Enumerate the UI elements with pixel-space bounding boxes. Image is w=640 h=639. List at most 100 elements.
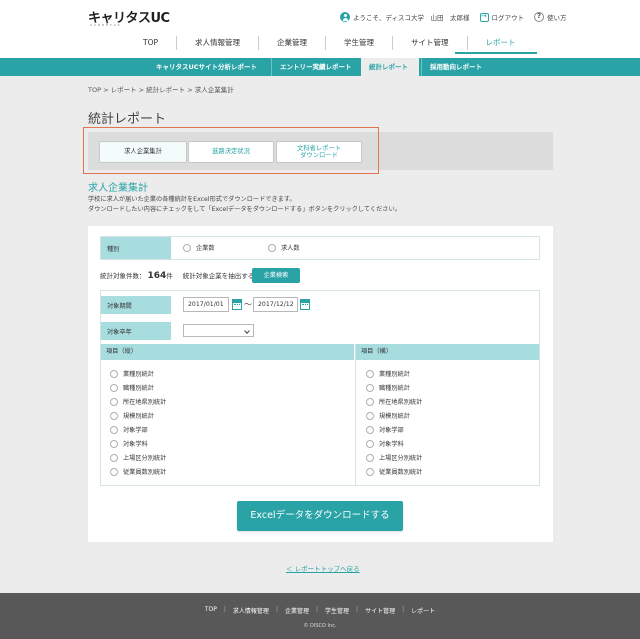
user-icon (340, 12, 350, 22)
item-label: 規模別統計 (123, 413, 154, 420)
company-search-button[interactable]: 企業検索 (252, 268, 300, 283)
footer-link-report[interactable]: レポート (404, 606, 442, 615)
item-label: 上場区分別統計 (379, 455, 423, 462)
radio-button[interactable] (366, 397, 374, 406)
help-link[interactable]: 使い方 (547, 12, 567, 22)
radio-button[interactable] (366, 383, 374, 392)
subnav-site-analysis[interactable]: キャリタスUCサイト分析レポート (148, 58, 265, 76)
date-to-input[interactable]: 2017/12/12 (253, 297, 298, 312)
excel-download-button[interactable]: Excelデータをダウンロードする (237, 501, 403, 531)
h-item-job-type[interactable]: 職種別統計 (366, 383, 410, 392)
gnav-student[interactable]: 学生管理 (325, 36, 392, 50)
item-label: 従業員数別統計 (123, 469, 167, 476)
radio-button[interactable] (110, 369, 118, 378)
radio-button[interactable] (110, 397, 118, 406)
v-item-department[interactable]: 対象学科 (110, 439, 148, 448)
calendar-icon[interactable] (300, 299, 310, 310)
footer-link-student[interactable]: 学生管理 (318, 606, 356, 615)
col-header-vertical: 項目（縦） (101, 344, 354, 360)
radio-label: 企業数 (196, 245, 215, 252)
sub-nav: キャリタスUCサイト分析レポート エントリー実績レポート 統計レポート 採用動向… (0, 58, 640, 76)
radio-button[interactable] (366, 439, 374, 448)
tab-career-status[interactable]: 進路決定状況 (188, 141, 274, 163)
h-item-listing[interactable]: 上場区分別統計 (366, 453, 422, 462)
page-title: 統計レポート (88, 112, 167, 127)
copyright: © DISCO Inc. (303, 623, 337, 629)
count-value: 164 (147, 271, 167, 281)
calendar-icon[interactable] (232, 299, 242, 310)
tab-label: 進路決定状況 (212, 148, 250, 156)
radio-button[interactable] (366, 369, 374, 378)
footer: TOP | 求人情報管理 | 企業管理 | 学生管理 | サイト管理 | レポート © D… (0, 593, 640, 639)
subnav-statistics[interactable]: 統計レポート (361, 58, 419, 76)
radio-button[interactable] (366, 467, 374, 476)
breadcrumb: TOP > レポート > 統計レポート > 求人企業集計 (88, 86, 234, 94)
h-item-employees[interactable]: 従業員数別統計 (366, 467, 422, 476)
tab-label-line1: 文科省レポート (296, 144, 342, 152)
count-row: 統計対象件数： 164 件 統計対象企業を抽出する (100, 270, 254, 281)
footer-link-site[interactable]: サイト管理 (358, 606, 402, 615)
radio-button[interactable] (110, 425, 118, 434)
radio-button[interactable] (110, 439, 118, 448)
h-item-faculty[interactable]: 対象学部 (366, 425, 404, 434)
item-label: 職種別統計 (123, 385, 154, 392)
report-tabs: 求人企業集計 進路決定状況 文科省レポート ダウンロード (88, 132, 553, 170)
description-line: ダウンロードしたい内容にチェックをして「Excelデータをダウンロードする」ボタ… (88, 206, 401, 213)
radio-button[interactable] (110, 467, 118, 476)
radio-button[interactable] (110, 453, 118, 462)
type-option-companies[interactable]: 企業数 (183, 243, 215, 252)
date-from-input[interactable]: 2017/01/01 (183, 297, 229, 312)
tab-mext-report[interactable]: 文科省レポート ダウンロード (276, 141, 362, 163)
gnav-job-info[interactable]: 求人情報管理 (176, 36, 258, 50)
radio-button[interactable] (366, 425, 374, 434)
count-label: 統計対象件数： (100, 272, 146, 280)
item-label: 対象学科 (379, 441, 404, 448)
radio-button[interactable] (268, 243, 276, 252)
h-item-scale[interactable]: 規模別統計 (366, 411, 410, 420)
v-item-prefecture[interactable]: 所在地県別統計 (110, 397, 166, 406)
period-label: 対象期間 (101, 296, 171, 314)
radio-button[interactable] (366, 411, 374, 420)
v-item-job-type[interactable]: 職種別統計 (110, 383, 154, 392)
item-label: 従業員数別統計 (379, 469, 423, 476)
logout-icon[interactable] (479, 12, 489, 22)
logo[interactable]: キャリタスUC CAREETAS (88, 7, 170, 27)
grad-year-select[interactable] (183, 324, 254, 337)
gnav-report[interactable]: レポート (466, 36, 534, 50)
gnav-site[interactable]: サイト管理 (392, 36, 467, 50)
logout-link[interactable]: ログアウト (492, 12, 525, 22)
tab-job-companies[interactable]: 求人企業集計 (99, 141, 187, 163)
count-unit: 件 (166, 272, 173, 280)
gnav-top[interactable]: TOP (125, 36, 176, 50)
v-item-faculty[interactable]: 対象学部 (110, 425, 148, 434)
radio-button[interactable] (110, 411, 118, 420)
radio-button[interactable] (366, 453, 374, 462)
v-item-employees[interactable]: 従業員数別統計 (110, 467, 166, 476)
back-to-report-top-link[interactable]: ＜ レポートトップへ戻る (286, 563, 360, 573)
footer-link-top[interactable]: TOP (198, 606, 224, 615)
subnav-entry-report[interactable]: エントリー実績レポート (271, 58, 360, 76)
item-label: 対象学部 (379, 427, 404, 434)
help-icon[interactable] (534, 12, 545, 22)
h-item-department[interactable]: 対象学科 (366, 439, 404, 448)
h-item-prefecture[interactable]: 所在地県別統計 (366, 397, 422, 406)
type-option-jobs[interactable]: 求人数 (268, 243, 300, 252)
v-item-scale[interactable]: 規模別統計 (110, 411, 154, 420)
radio-button[interactable] (110, 383, 118, 392)
v-item-listing[interactable]: 上場区分別統計 (110, 453, 166, 462)
col-header-horizontal: 項目（横） (356, 344, 539, 360)
item-label: 対象学科 (123, 441, 148, 448)
user-area: ようこそ、ディスコ大学 山田 太郎様 ログアウト 使い方 (340, 11, 567, 23)
v-item-industry[interactable]: 業種別統計 (110, 369, 154, 378)
radio-button[interactable] (183, 243, 191, 252)
footer-link-company[interactable]: 企業管理 (278, 606, 316, 615)
h-item-industry[interactable]: 業種別統計 (366, 369, 410, 378)
type-label: 種別 (101, 237, 171, 259)
gnav-company[interactable]: 企業管理 (258, 36, 325, 50)
footer-link-job-info[interactable]: 求人情報管理 (226, 606, 276, 615)
item-label: 業種別統計 (379, 371, 410, 378)
description-line: 学校に求人が届いた企業の各種統計をExcel形式でダウンロードできます。 (88, 196, 296, 203)
global-nav: TOP 求人情報管理 企業管理 学生管理 サイト管理 レポート (125, 34, 534, 54)
subnav-hiring-trend[interactable]: 採用動向レポート (421, 58, 490, 76)
item-label: 所在地県別統計 (123, 399, 167, 406)
